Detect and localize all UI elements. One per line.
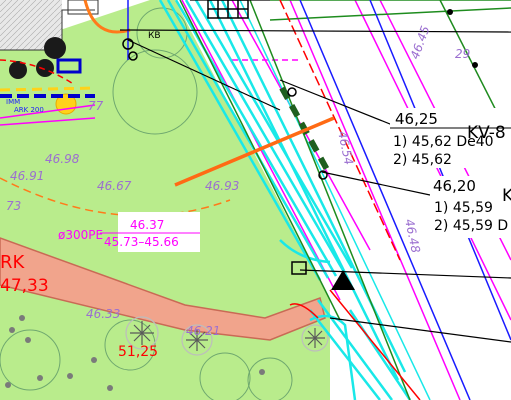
well1-top-elevation: 46,25 — [395, 110, 438, 128]
red-level-label: 51,25 — [118, 344, 158, 360]
well2-line1: 1) 45,59 — [434, 200, 493, 216]
elevation-label: 46.21 — [186, 324, 220, 338]
black-symbol — [36, 59, 54, 77]
elevation-label: 73 — [6, 199, 21, 213]
elevation-label: 46.91 — [10, 169, 44, 183]
well1-line2: 2) 45,62 — [393, 152, 452, 168]
elevation-label: 46.33 — [86, 307, 120, 321]
elevation-label: 46.67 — [97, 179, 132, 193]
road-label: RK — [0, 252, 26, 273]
elevation-label: 77 — [88, 99, 104, 113]
road-level-label: 47,33 — [0, 276, 49, 296]
pipe-code-label: IMM — [6, 98, 20, 106]
building-code-label: КВ — [148, 31, 161, 41]
map-canvas[interactable]: 46.98 46.91 46.67 46.93 73 77 46.33 46.2… — [0, 0, 511, 400]
map-drawing: 46.98 46.91 46.67 46.93 73 77 46.33 46.2… — [0, 0, 511, 400]
well1-line1: 1) 45,62 De40 — [393, 134, 494, 150]
pipe-code-label: ARK 200 — [14, 106, 44, 114]
level-bottom-label: 45.73–45.66 — [104, 235, 179, 249]
well2-line2: 2) 45,59 D — [434, 218, 508, 234]
elevation-label: 46.98 — [45, 152, 80, 166]
level-top-label: 46.37 — [130, 218, 164, 232]
well2-top-elevation: 46,20 — [433, 177, 476, 195]
elevation-label: 46.93 — [205, 179, 239, 193]
survey-point[interactable] — [447, 9, 453, 15]
pipe-diameter-label: ø300PE — [58, 228, 103, 242]
elevation-label: 29 — [455, 47, 470, 61]
well2-name: K — [502, 186, 511, 206]
black-symbol — [44, 37, 66, 59]
survey-point[interactable] — [472, 62, 478, 68]
